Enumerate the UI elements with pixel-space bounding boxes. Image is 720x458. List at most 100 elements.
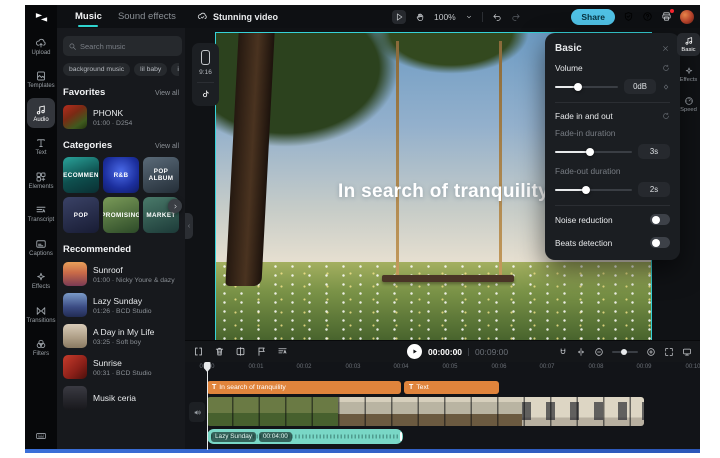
sidebar-item-transcript[interactable]: Transcript [27,199,55,229]
timeline-zoom-in-button[interactable] [646,347,656,357]
playhead-handle[interactable] [204,362,211,372]
panel-title: Basic [555,43,582,54]
app-window: Upload Templates Audio Text Elements Tra… [25,5,700,450]
noise-reduction-toggle[interactable] [650,214,670,225]
timeline-zoom-out-button[interactable] [594,347,604,357]
text-clip-tranquility[interactable]: T In search of tranquility [207,381,401,394]
filters-icon [35,338,47,350]
tag-chips: background music lil baby ice [63,63,179,76]
categories-view-all[interactable]: View all [155,143,179,150]
capcut-logo [34,10,49,25]
fit-timeline-button[interactable] [664,347,674,357]
timeline-zoom-slider[interactable] [612,351,638,353]
hand-tool-button[interactable] [415,12,425,22]
collapse-panel-handle[interactable] [185,213,193,239]
settings-tab-effects[interactable]: Effects [677,63,700,86]
sidebar-item-transitions[interactable]: Transitions [27,299,55,329]
cloud-saved-icon [197,11,208,22]
sidebar-item-filters[interactable]: Filters [27,333,55,363]
audio-clip-lazy-sunday[interactable]: Lazy Sunday 00:04:00 [207,429,403,444]
current-time: 00:00:00 [428,347,462,357]
reset-icon[interactable] [662,112,670,120]
tab-sound-effects[interactable]: Sound effects [118,5,176,28]
export-tasks-button[interactable] [661,11,672,22]
category-tile-rnb[interactable]: R&B [103,157,139,193]
share-button[interactable]: Share [571,9,615,25]
chevron-right-icon [172,203,179,210]
close-icon[interactable] [661,44,670,53]
preview-quality-button[interactable] [682,347,692,357]
settings-tab-speed[interactable]: Speed [677,93,700,116]
undo-button[interactable] [492,12,502,22]
tag-chip[interactable]: lil baby [134,63,167,76]
category-tile-pop-album[interactable]: POP ALBUM [143,157,179,193]
sidebar-item-text[interactable]: Text [27,132,55,162]
category-tile-pop[interactable]: POP [63,197,99,233]
avatar[interactable] [680,10,694,24]
mute-track-button[interactable] [189,402,205,422]
divider [555,205,670,206]
sidebar-item-label: Captions [29,251,53,257]
transcript-icon [35,204,47,216]
volume-value[interactable]: 0dB [624,79,656,94]
select-tool-button[interactable] [392,10,406,24]
track-lazy-sunday[interactable]: Lazy Sunday 01:26 · BCD Studio [63,293,179,317]
keyboard-shortcuts-button[interactable] [35,430,47,442]
category-tile-promising[interactable]: PROMISING [103,197,139,233]
tab-music[interactable]: Music [75,5,102,28]
privacy-shield-button[interactable] [623,11,634,22]
fade-in-value[interactable]: 3s [638,144,670,159]
sidebar-item-audio[interactable]: Audio [27,98,55,128]
magnetic-snap-button[interactable] [558,347,568,357]
track-sunroof[interactable]: Sunroof 01:00 · Nicky Youre & dazy [63,262,179,286]
sidebar-item-label: Upload [31,50,50,56]
tag-chip[interactable]: ice [171,63,179,76]
redo-button[interactable] [511,12,521,22]
aspect-ratio-widget[interactable]: 9:16 [192,43,219,106]
keyframe-diamond-icon[interactable] [662,83,670,91]
category-tile-recommend[interactable]: RECOMMEND [63,157,99,193]
favorite-track-phonk[interactable]: PHONK 01:00 · D254 [63,105,179,129]
sidebar-item-elements[interactable]: Elements [27,165,55,195]
help-button[interactable] [642,11,653,22]
play-button[interactable] [407,344,422,359]
settings-tab-label: Speed [680,107,697,113]
sidebar-item-templates[interactable]: Templates [27,65,55,95]
track-title: PHONK [93,108,132,118]
playhead[interactable] [207,362,209,450]
delete-button[interactable] [214,346,225,357]
fade-out-value[interactable]: 2s [638,182,670,197]
timeline[interactable]: 00:00 00:01 00:02 00:03 00:04 00:05 00:0… [185,362,700,450]
scene-swing-seat [382,275,514,282]
settings-tab-basic[interactable]: Basic [677,33,700,56]
auto-captions-button[interactable] [277,346,288,357]
clip-trim-handle[interactable] [400,432,402,441]
zoom-level[interactable]: 100% [434,12,456,22]
reset-icon[interactable] [662,64,670,72]
beats-detection-toggle[interactable] [650,237,670,248]
categories-scroll-next-button[interactable] [168,199,182,213]
marker-button[interactable] [256,346,267,357]
tag-chip[interactable]: background music [63,63,130,76]
sidebar-item-captions[interactable]: Captions [27,232,55,262]
sidebar-item-effects[interactable]: Effects [27,266,55,296]
zoom-dropdown-button[interactable] [465,13,473,21]
tiktok-icon[interactable] [200,89,211,100]
split-button[interactable] [193,346,204,357]
video-clip[interactable] [207,397,644,426]
fade-in-slider[interactable] [555,151,632,153]
fade-out-slider[interactable] [555,189,632,191]
track-sunrise[interactable]: Sunrise 00:31 · BCD Studio [63,355,179,379]
track-musik-ceria[interactable]: Musik ceria [63,386,179,410]
mirror-button[interactable] [235,346,246,357]
track-meta: 01:00 · D254 [93,120,132,127]
search-input[interactable] [80,42,177,51]
text-clip-text[interactable]: T Text [404,381,499,394]
auto-snap-button[interactable] [576,347,586,357]
track-title: Lazy Sunday [93,296,152,306]
track-a-day-in-my-life[interactable]: A Day in My Life 03:25 · Soft boy [63,324,179,348]
sidebar-item-upload[interactable]: Upload [27,31,55,61]
album-art [63,355,87,379]
favorites-view-all[interactable]: View all [155,90,179,97]
volume-slider[interactable] [555,86,618,88]
